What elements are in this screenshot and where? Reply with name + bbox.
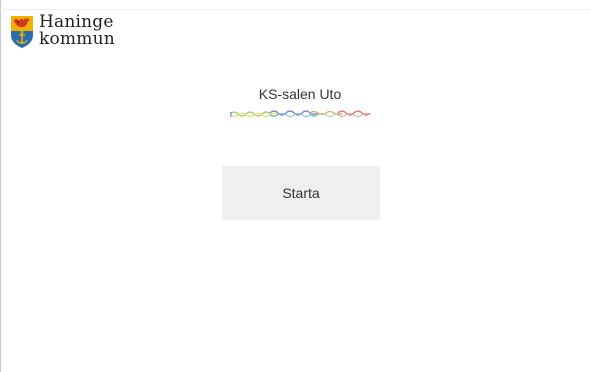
room-title: KS-salen Uto: [258, 86, 342, 102]
brand-name: Haninge kommun: [39, 14, 115, 48]
decorative-wave-icon: [230, 110, 371, 117]
window-left-border: [0, 0, 1, 372]
header-divider: [0, 9, 591, 10]
start-button[interactable]: Starta: [222, 166, 380, 220]
coat-of-arms-icon: [11, 16, 33, 48]
haninge-logo: Haninge kommun: [10, 14, 115, 49]
brand-line-2: kommun: [39, 29, 115, 49]
app-screen: Haninge kommun KS-salen Uto Starta: [0, 0, 591, 372]
